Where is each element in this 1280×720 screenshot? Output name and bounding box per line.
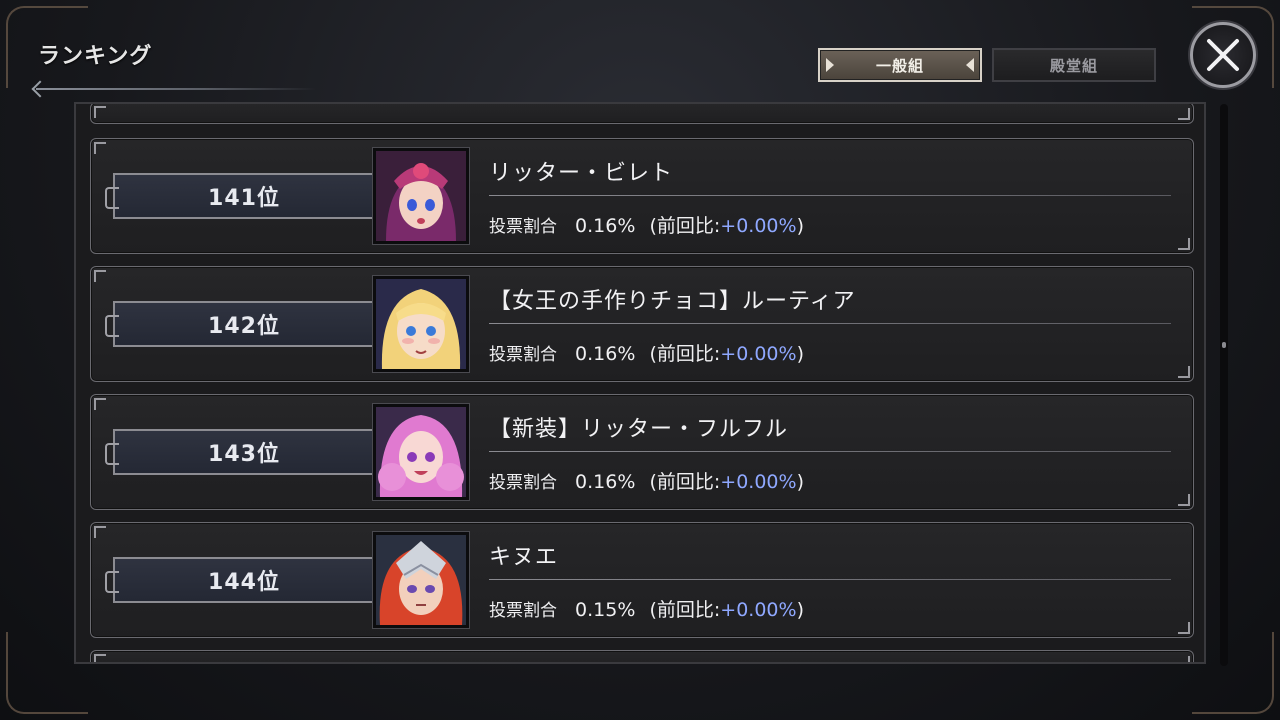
- list-item[interactable]: 142位 【女王の手作りチョコ】ルーティア 投票割合 0.16% (前回比:+0…: [90, 266, 1194, 382]
- delta-suffix: ): [796, 471, 804, 493]
- vote-share-label: 投票割合: [489, 601, 557, 621]
- rank-badge: 144位: [105, 557, 373, 603]
- delta-prefix: (前回比:: [649, 599, 721, 621]
- scrollbar[interactable]: [1220, 104, 1228, 666]
- vote-share-label: 投票割合: [489, 345, 557, 365]
- close-button[interactable]: [1190, 22, 1256, 88]
- character-portrait: [373, 276, 469, 372]
- vote-stats: 投票割合 0.16% (前回比:+0.00%): [489, 467, 804, 494]
- list-item[interactable]: 144位 キヌエ 投票割合 0.15% (前回比:+0.00%): [90, 522, 1194, 638]
- delta-suffix: ): [796, 343, 804, 365]
- tab-general[interactable]: 一般組: [818, 48, 982, 82]
- character-portrait: [373, 148, 469, 244]
- character-name: 【女王の手作りチョコ】ルーティア: [489, 289, 856, 314]
- delta-prefix: (前回比:: [649, 215, 721, 237]
- vote-share-value: 0.16%: [575, 343, 636, 365]
- vote-stats: 投票割合 0.16% (前回比:+0.00%): [489, 211, 804, 238]
- close-x-icon: [1207, 39, 1239, 71]
- delta-value: +0.00%: [720, 471, 797, 493]
- character-portrait: [373, 404, 469, 500]
- list-item[interactable]: 143位 【新装】リッター・フルフル 投票割合 0.16% (前回比:+0.00…: [90, 394, 1194, 510]
- vote-share-value: 0.15%: [575, 599, 636, 621]
- vote-share-label: 投票割合: [489, 473, 557, 493]
- ranking-list[interactable]: 141位 リッター・ビレト 投票割合 0.16% (前回比:+0.00%) 14…: [74, 102, 1206, 664]
- rank-badge: 143位: [105, 429, 373, 475]
- character-name: リッター・ビレト: [489, 161, 674, 186]
- list-item-partial: [90, 104, 1194, 124]
- character-name: 【新装】リッター・フルフル: [489, 417, 789, 442]
- row-divider: [489, 323, 1171, 324]
- delta-value: +0.00%: [720, 599, 797, 621]
- scrollbar-thumb[interactable]: [1222, 342, 1226, 348]
- delta-value: +0.00%: [720, 343, 797, 365]
- vote-share-value: 0.16%: [575, 215, 636, 237]
- delta-suffix: ): [796, 599, 804, 621]
- vote-stats: 投票割合 0.16% (前回比:+0.00%): [489, 339, 804, 366]
- list-item[interactable]: 141位 リッター・ビレト 投票割合 0.16% (前回比:+0.00%): [90, 138, 1194, 254]
- list-item-partial: [90, 650, 1194, 662]
- tab-general-label: 一般組: [875, 56, 924, 75]
- row-divider: [489, 451, 1171, 452]
- tab-arrow-left-icon: [826, 58, 834, 72]
- delta-prefix: (前回比:: [649, 343, 721, 365]
- delta-value: +0.00%: [720, 215, 797, 237]
- row-divider: [489, 195, 1171, 196]
- tab-arrow-right-icon: [966, 58, 974, 72]
- vote-share-label: 投票割合: [489, 217, 557, 237]
- tab-hall-of-fame[interactable]: 殿堂組: [992, 48, 1156, 82]
- delta-prefix: (前回比:: [649, 471, 721, 493]
- character-portrait: [373, 532, 469, 628]
- character-name: キヌエ: [489, 545, 559, 570]
- tab-hall-label: 殿堂組: [1049, 56, 1098, 75]
- vote-stats: 投票割合 0.15% (前回比:+0.00%): [489, 595, 804, 622]
- rank-badge: 141位: [105, 173, 373, 219]
- delta-suffix: ): [796, 215, 804, 237]
- rank-badge: 142位: [105, 301, 373, 347]
- title-underline: [36, 88, 316, 90]
- row-divider: [489, 579, 1171, 580]
- vote-share-value: 0.16%: [575, 471, 636, 493]
- page-title: ランキング: [38, 44, 153, 69]
